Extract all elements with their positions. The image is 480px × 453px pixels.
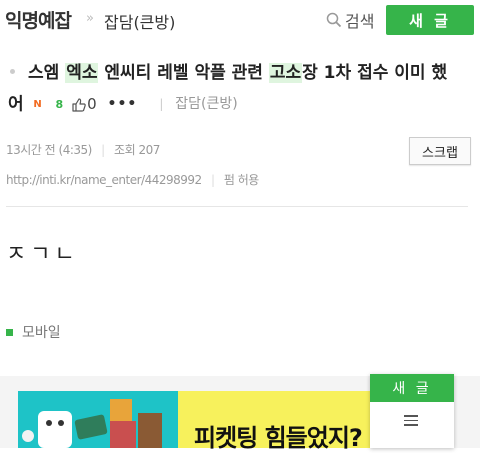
hamburger-icon[interactable] (404, 415, 418, 426)
post-title-continuation: 어 (8, 94, 24, 115)
post-body: ㅈㄱㄴ (6, 242, 79, 267)
post-url[interactable]: http://inti.kr/name_enter/44298992 (6, 173, 202, 187)
meta-separator: | (159, 97, 164, 111)
board-title[interactable]: 익명예잡 (5, 6, 72, 33)
info-separator: | (101, 143, 105, 157)
post-link-info: http://inti.kr/name_enter/44298992 | 펌 허… (6, 171, 259, 188)
comment-count[interactable]: 8 (55, 98, 63, 111)
post-info: 13시간 전 (4:35) | 조회 207 (6, 141, 160, 158)
breadcrumb-separator: » (86, 11, 94, 26)
thumbs-up-icon (72, 97, 86, 112)
title-keyword-highlight: 엑소 (65, 63, 99, 83)
search-button[interactable]: 검색 (326, 8, 374, 32)
title-segment: 장 1차 접수 이미 했 (302, 63, 448, 83)
post-time: 13시간 전 (4:35) (6, 143, 92, 157)
post-title: 스엠 엑소 엔씨티 레벨 악플 관련 고소장 1차 접수 이미 했 어 N 8 … (8, 58, 474, 121)
post-source: 모바일 (6, 322, 61, 342)
floating-new-post-button[interactable]: 새 글 (370, 374, 454, 402)
info-separator: | (210, 173, 215, 187)
post-title-line2: 어 N 8 0 ••• | 잡담(큰방) (8, 89, 474, 121)
view-count: 조회 207 (114, 143, 160, 157)
like-button[interactable]: 0 (71, 89, 97, 120)
scrap-button[interactable]: 스크랩 (409, 137, 471, 165)
top-bar: 익명예잡 » 잡담(큰방) 검색 새 글 (0, 0, 480, 40)
ad-illustration[interactable] (18, 391, 178, 448)
like-count: 0 (87, 95, 97, 113)
divider (6, 206, 468, 207)
copy-permission: 펌 허용 (223, 173, 259, 187)
new-badge: N (33, 99, 42, 110)
title-keyword-highlight: 고소 (268, 63, 303, 83)
title-segment: 스엠 (28, 63, 66, 83)
source-label: 모바일 (22, 325, 61, 341)
ticket-illustration-icon (22, 399, 162, 448)
breadcrumb-category[interactable]: 잡담(큰방) (104, 9, 175, 33)
search-label: 검색 (345, 12, 375, 31)
mobile-marker-icon (6, 328, 13, 336)
search-icon (326, 12, 342, 28)
title-segment: 엔씨티 레벨 악플 관련 (98, 63, 269, 83)
post-title-text: 스엠 엑소 엔씨티 레벨 악플 관련 고소장 1차 접수 이미 했 (8, 63, 447, 83)
floating-panel: 새 글 (370, 374, 454, 448)
new-post-button[interactable]: 새 글 (386, 5, 474, 35)
post-category[interactable]: 잡담(큰방) (175, 96, 237, 112)
more-options-icon[interactable]: ••• (108, 96, 138, 112)
